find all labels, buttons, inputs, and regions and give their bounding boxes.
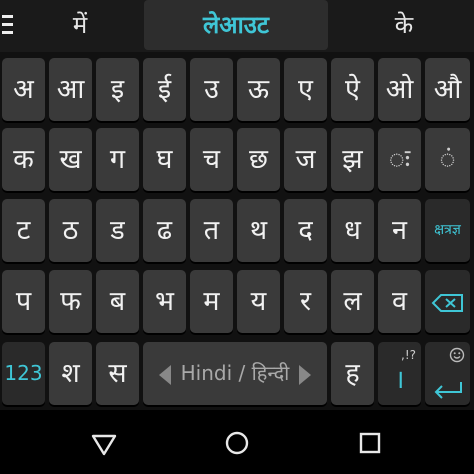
suggestion-right[interactable]: के <box>334 0 474 50</box>
key[interactable]: ए <box>284 58 327 121</box>
key[interactable]: घ <box>143 128 186 191</box>
backspace-key[interactable] <box>425 270 470 333</box>
emoji-icon <box>449 347 465 363</box>
key[interactable]: इ <box>96 58 139 121</box>
key[interactable]: ओ <box>378 58 421 121</box>
nav-home-icon[interactable] <box>222 428 252 458</box>
key[interactable]: आ <box>49 58 92 121</box>
space-key[interactable]: Hindi / हिन्दी <box>143 342 327 405</box>
enter-icon <box>434 382 462 399</box>
key[interactable]: ध <box>331 199 374 262</box>
key[interactable]: ड <box>96 199 139 262</box>
menu-icon[interactable] <box>0 12 16 38</box>
key[interactable]: उ <box>190 58 233 121</box>
key[interactable]: क <box>2 128 45 191</box>
key[interactable]: प <box>2 270 45 333</box>
key[interactable]: ह <box>331 342 374 405</box>
key[interactable]: ऐ <box>331 58 374 121</box>
key[interactable]: औ <box>425 58 470 121</box>
key[interactable]: ब <box>96 270 139 333</box>
key[interactable]: च <box>190 128 233 191</box>
key[interactable]: ई <box>143 58 186 121</box>
key[interactable]: ल <box>331 270 374 333</box>
key[interactable]: य <box>237 270 280 333</box>
key[interactable]: र <box>284 270 327 333</box>
numbers-key[interactable]: 123 <box>2 342 45 405</box>
key[interactable]: छ <box>237 128 280 191</box>
keyboard: में लेआउट के अ आ इ ई उ ऊ ए ऐ ओ औ क ख ग घ… <box>0 0 474 410</box>
suggestion-left[interactable]: में <box>20 0 140 50</box>
key[interactable]: श <box>49 342 92 405</box>
key[interactable]: ख <box>49 128 92 191</box>
space-label: Hindi / हिन्दी <box>180 361 290 385</box>
suggestion-bar: में लेआउट के <box>0 0 474 52</box>
arrow-left-icon <box>158 364 171 385</box>
key[interactable]: ग <box>96 128 139 191</box>
key-visarga[interactable]: ः <box>378 128 421 191</box>
key[interactable]: भ <box>143 270 186 333</box>
arrow-right-icon <box>299 364 312 385</box>
key[interactable]: ज <box>284 128 327 191</box>
key[interactable]: झ <box>331 128 374 191</box>
key[interactable]: फ <box>49 270 92 333</box>
key[interactable]: अ <box>2 58 45 121</box>
key[interactable]: व <box>378 270 421 333</box>
nav-back-icon[interactable] <box>89 428 119 458</box>
navigation-bar <box>0 410 474 474</box>
danda-label: । <box>394 365 405 395</box>
punctuation-key[interactable]: ,!? । <box>378 342 421 405</box>
enter-key[interactable] <box>425 342 470 405</box>
key[interactable]: ट <box>2 199 45 262</box>
key[interactable]: ऊ <box>237 58 280 121</box>
key[interactable]: स <box>96 342 139 405</box>
nav-recents-icon[interactable] <box>355 428 385 458</box>
key-anusvara[interactable]: ं <box>425 128 470 191</box>
key-conjuncts[interactable]: क्षत्रज्ञ <box>425 199 470 262</box>
backspace-icon <box>431 293 463 312</box>
key[interactable]: ठ <box>49 199 92 262</box>
suggestion-center[interactable]: लेआउट <box>144 0 328 50</box>
key[interactable]: थ <box>237 199 280 262</box>
key[interactable]: म <box>190 270 233 333</box>
punct-hint: ,!? <box>401 348 416 362</box>
key[interactable]: त <box>190 199 233 262</box>
key[interactable]: ढ <box>143 199 186 262</box>
key[interactable]: न <box>378 199 421 262</box>
key[interactable]: द <box>284 199 327 262</box>
